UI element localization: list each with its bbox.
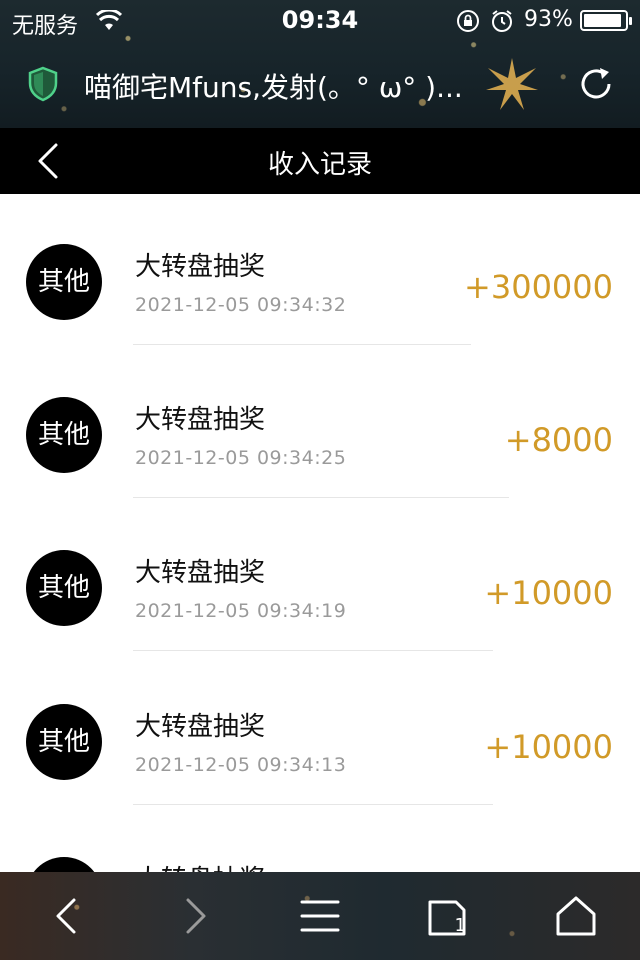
reload-icon[interactable]	[576, 64, 616, 104]
divider	[133, 497, 509, 498]
record-name: 大转盘抽奖	[135, 252, 266, 282]
tab-count: 1	[454, 915, 466, 936]
page-header: 收入记录	[0, 128, 640, 194]
record-time: 2021-12-05 09:34:13	[135, 754, 347, 776]
category-badge: 其他	[26, 704, 102, 780]
divider	[133, 804, 493, 805]
orientation-lock-icon	[456, 9, 480, 33]
record-amount: +300000	[464, 268, 613, 306]
browser-back-button[interactable]	[44, 892, 92, 940]
category-badge: 其他	[26, 550, 102, 626]
alarm-icon	[490, 9, 514, 33]
menu-icon[interactable]	[296, 892, 344, 940]
income-record-list[interactable]: 其他 大转盘抽奖 2021-12-05 09:34:32 +300000 其他 …	[0, 194, 640, 872]
browser-toolbar: 1	[0, 872, 640, 960]
record-time: 2021-12-05 09:34:19	[135, 600, 347, 622]
record-amount: +8000	[504, 421, 613, 459]
list-item[interactable]: 其他 大转盘抽奖	[0, 807, 640, 872]
divider	[133, 650, 493, 651]
list-item[interactable]: 其他 大转盘抽奖 2021-12-05 09:34:13 +10000	[0, 654, 640, 808]
browser-top-bar: 无服务 09:34 93% 喵御宅Mfuns,发射(。° ω° )...	[0, 0, 640, 128]
browser-forward-button[interactable]	[170, 892, 218, 940]
address-bar[interactable]: 喵御宅Mfuns,发射(。° ω° )...	[0, 42, 640, 128]
record-time: 2021-12-05 09:34:32	[135, 294, 347, 316]
starburst-decoration	[484, 56, 540, 112]
category-badge: 其他	[26, 397, 102, 473]
record-name: 大转盘抽奖	[135, 712, 266, 742]
category-badge: 其他	[26, 244, 102, 320]
page-title[interactable]: 喵御宅Mfuns,发射(。° ω° )...	[84, 66, 504, 106]
record-time: 2021-12-05 09:34:25	[135, 447, 347, 469]
record-name: 大转盘抽奖	[135, 859, 265, 872]
tabs-button[interactable]: 1	[424, 892, 472, 940]
record-amount: +10000	[484, 728, 613, 766]
divider	[133, 344, 471, 345]
category-badge: 其他	[26, 857, 102, 872]
battery-icon	[580, 10, 632, 31]
shield-icon[interactable]	[28, 66, 58, 102]
record-name: 大转盘抽奖	[135, 558, 266, 588]
battery-percentage: 93%	[524, 7, 573, 32]
home-icon[interactable]	[552, 892, 600, 940]
status-bar: 无服务 09:34 93%	[0, 0, 640, 42]
list-item[interactable]: 其他 大转盘抽奖 2021-12-05 09:34:25 +8000	[0, 347, 640, 501]
list-item[interactable]: 其他 大转盘抽奖 2021-12-05 09:34:19 +10000	[0, 500, 640, 654]
header-title: 收入记录	[267, 150, 372, 180]
record-name: 大转盘抽奖	[135, 405, 266, 435]
record-amount: +10000	[484, 574, 613, 612]
list-item[interactable]: 其他 大转盘抽奖 2021-12-05 09:34:32 +300000	[0, 194, 640, 348]
